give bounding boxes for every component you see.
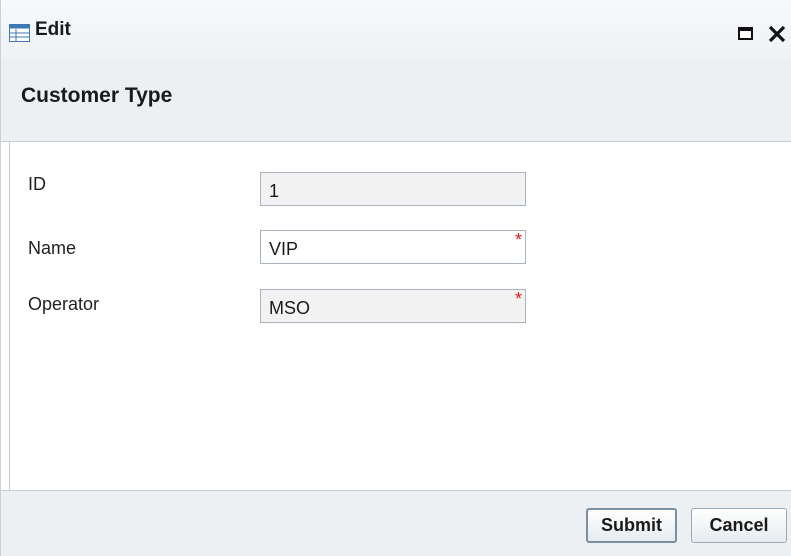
maximize-icon[interactable] [738,27,753,40]
id-field: 1 [260,172,526,206]
edit-dialog: Edit Customer Type ID 1 Name VIP * Opera… [0,0,791,556]
required-marker: * [514,230,522,250]
form-title: Customer Type [21,84,173,107]
form-body: ID 1 Name VIP * Operator MSO * [9,142,791,490]
name-value: VIP [269,239,299,259]
dialog-titlebar[interactable]: Edit [1,0,791,60]
id-label: ID [28,174,46,194]
dialog-title: Edit [35,19,71,40]
operator-field[interactable]: MSO * [260,289,526,323]
table-grid-icon [9,24,30,42]
operator-label: Operator [28,294,100,314]
id-value: 1 [269,181,280,201]
required-marker: * [514,289,522,309]
form-header: Customer Type [1,60,791,142]
cancel-button[interactable]: Cancel [691,508,787,543]
name-field[interactable]: VIP * [260,230,526,264]
dialog-footer: Submit Cancel [1,490,791,556]
name-label: Name [28,238,77,258]
close-icon[interactable] [767,22,787,44]
operator-value: MSO [269,298,311,318]
submit-button[interactable]: Submit [586,508,677,543]
